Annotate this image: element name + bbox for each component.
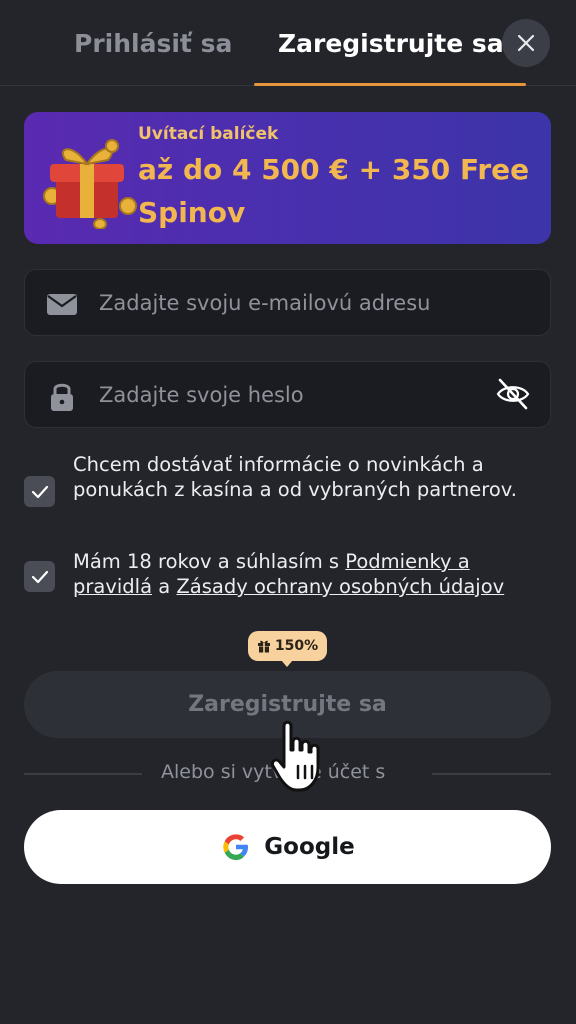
eye-off-icon[interactable] [495,376,531,412]
gift-box-icon [43,139,137,229]
lock-icon [51,383,73,411]
age-consent-prefix: Mám 18 rokov a súhlasím s [73,550,346,573]
password-input[interactable] [99,362,499,427]
hand-pointer-icon [271,720,320,792]
age-consent-middle: a [152,575,177,598]
divider-right [432,773,551,775]
terms-consent-checkbox[interactable] [24,561,55,592]
marketing-consent-label: Chcem dostávať informácie o novinkách a … [73,453,517,501]
gift-icon [257,640,270,653]
tab-register[interactable]: Zaregistrujte sa [278,22,504,66]
promo-subtitle: Uvítací balíček [138,124,279,144]
checkmark-icon [31,570,48,583]
welcome-bonus-banner[interactable]: Uvítací balíček až do 4 500 € + 350 Free… [24,112,551,244]
privacy-link[interactable]: Zásady ochrany osobných údajov [176,575,504,598]
close-button[interactable] [502,19,550,67]
terms-consent-label: Mám 18 rokov a súhlasím s Podmienky a pr… [73,549,551,599]
close-icon [517,34,535,52]
google-signin-button[interactable]: Google [24,810,551,884]
google-button-label: Google [264,834,355,860]
google-logo-icon [223,834,249,860]
promo-title: až do 4 500 € + 350 Free Spinov [138,153,530,229]
marketing-consent-checkbox[interactable] [24,476,55,507]
email-input[interactable] [99,270,499,335]
envelope-icon [47,294,77,315]
bonus-badge: 150% [248,631,327,667]
email-field[interactable] [24,269,551,336]
password-field[interactable] [24,361,551,428]
tab-login[interactable]: Prihlásiť sa [74,22,232,66]
checkmark-icon [31,485,48,498]
divider-left [24,773,142,775]
active-tab-indicator [254,83,526,86]
auth-header: Prihlásiť sa Zaregistrujte sa [0,0,576,86]
bonus-badge-label: 150% [274,638,319,654]
